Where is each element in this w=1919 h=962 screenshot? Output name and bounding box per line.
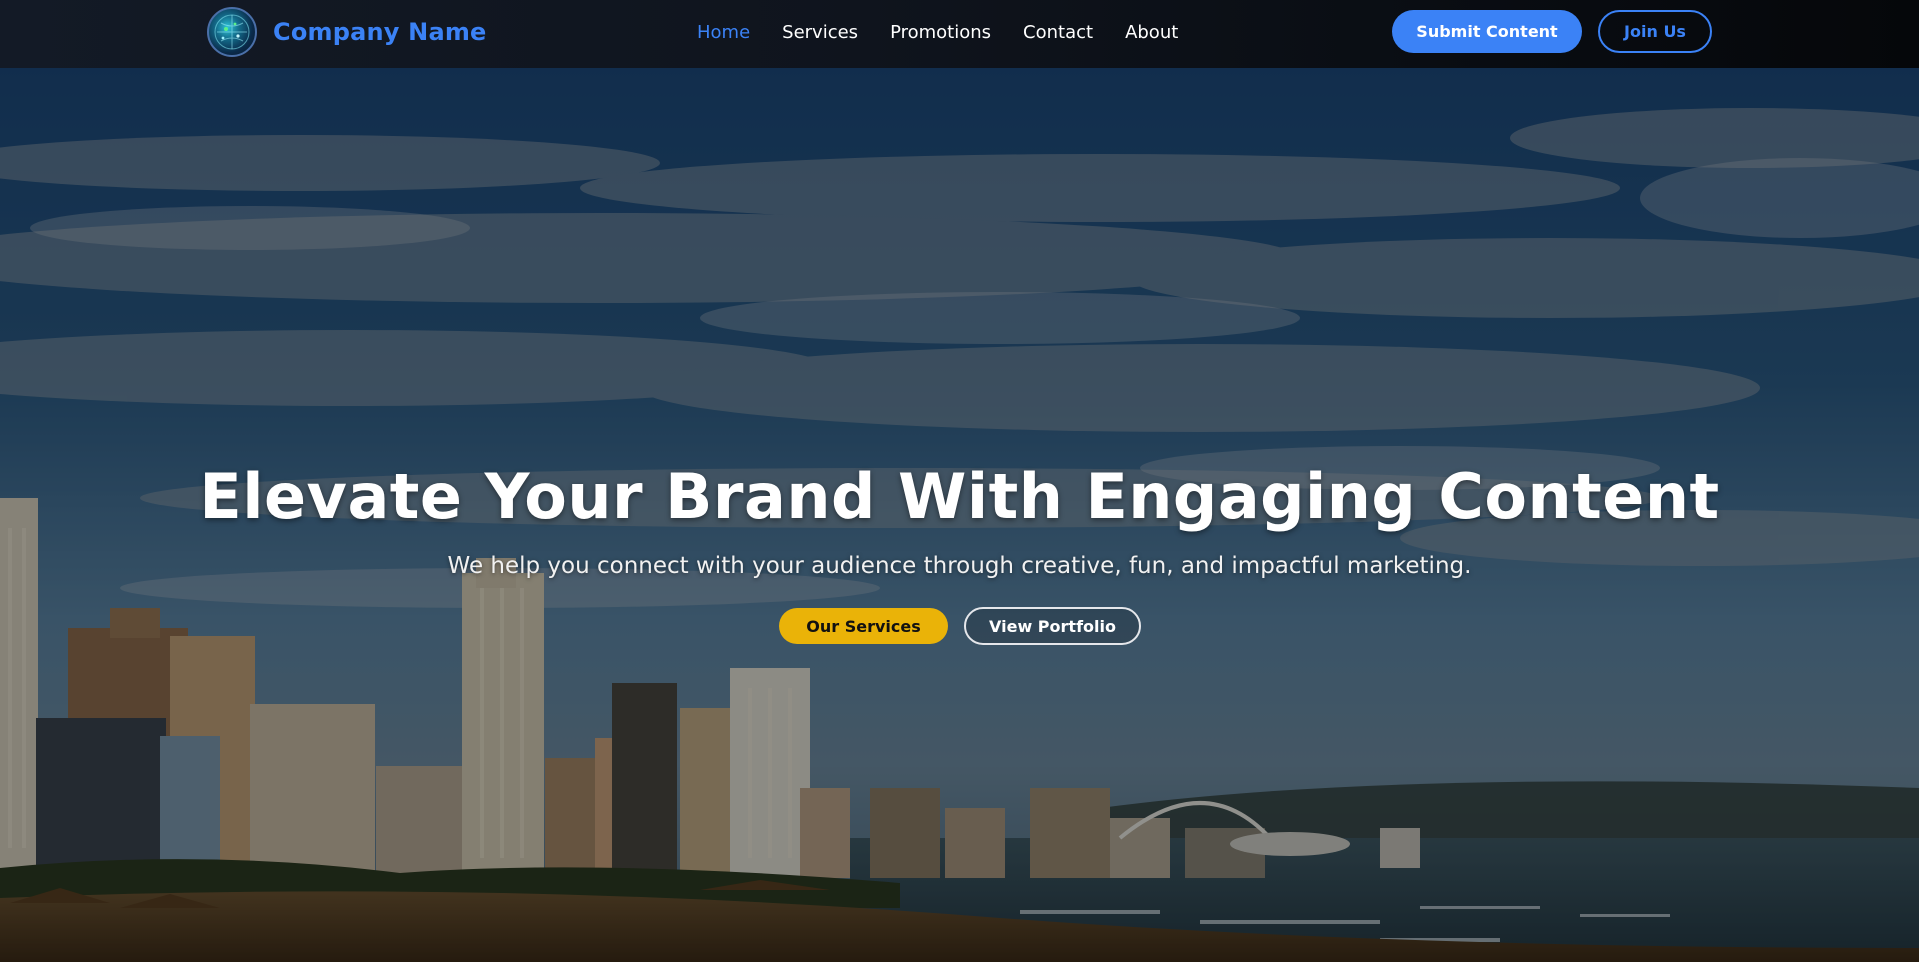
top-navbar: Company Name Home Services Promotions Co…: [0, 0, 1919, 68]
nav-link-about[interactable]: About: [1125, 22, 1178, 43]
brand-link[interactable]: Company Name: [207, 7, 487, 57]
company-name: Company Name: [273, 18, 487, 46]
hero-title: Elevate Your Brand With Engaging Content: [199, 460, 1720, 533]
hero-section: Elevate Your Brand With Engaging Content…: [0, 68, 1919, 962]
view-portfolio-button[interactable]: View Portfolio: [964, 607, 1141, 645]
nav-link-promotions[interactable]: Promotions: [890, 22, 991, 43]
submit-content-button[interactable]: Submit Content: [1392, 10, 1582, 53]
our-services-button[interactable]: Our Services: [779, 608, 948, 644]
nav-link-services[interactable]: Services: [782, 22, 858, 43]
globe-logo-icon: [207, 7, 257, 57]
main-nav: Home Services Promotions Contact About: [697, 0, 1178, 64]
hero-subtitle: We help you connect with your audience t…: [447, 553, 1472, 579]
join-us-button[interactable]: Join Us: [1598, 10, 1712, 53]
nav-link-contact[interactable]: Contact: [1023, 22, 1093, 43]
nav-link-home[interactable]: Home: [697, 22, 750, 43]
